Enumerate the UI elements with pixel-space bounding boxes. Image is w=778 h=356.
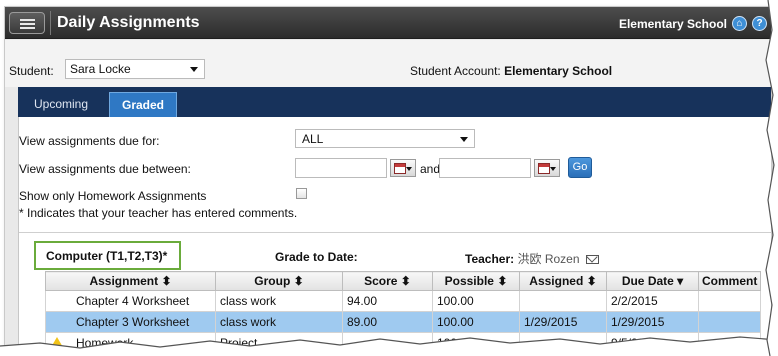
mail-icon[interactable] xyxy=(585,255,599,265)
col-group[interactable]: Group ⬍ xyxy=(215,271,343,291)
start-calendar-icon[interactable] xyxy=(390,159,416,177)
due-for-label: View assignments due for: xyxy=(19,134,160,148)
home-icon[interactable]: ⌂ xyxy=(732,16,747,31)
due-for-select[interactable]: ALL xyxy=(295,129,475,148)
torn-edge-right xyxy=(765,0,778,356)
cell-comment xyxy=(697,290,762,312)
end-calendar-icon[interactable] xyxy=(534,159,560,177)
account-label: Student Account: xyxy=(410,64,501,78)
col-possible[interactable]: Possible ⬍ xyxy=(432,271,520,291)
tab-upcoming[interactable]: Upcoming xyxy=(22,92,100,117)
cell-group: class work xyxy=(215,290,343,312)
teacher-name: 洪欧 Rozen xyxy=(517,252,580,266)
go-button[interactable]: Go xyxy=(568,157,592,178)
cell-score: 94.00 xyxy=(342,290,433,312)
grade-to-date-label: Grade to Date: xyxy=(275,250,358,264)
hamburger-menu-icon[interactable] xyxy=(9,12,45,34)
cell-due: 2/2/2015 xyxy=(606,290,699,312)
cell-assigned xyxy=(519,290,607,312)
and-label: and xyxy=(420,162,441,176)
table-row[interactable]: Chapter 4 Worksheet class work 94.00 100… xyxy=(45,290,762,312)
end-date-input[interactable] xyxy=(439,158,531,178)
student-label: Student: xyxy=(9,64,54,78)
col-comment: Comment xyxy=(697,271,762,291)
student-account: Student Account: Elementary School xyxy=(410,64,612,78)
class-name[interactable]: Computer (T1,T2,T3)* xyxy=(34,241,181,270)
top-bar: Daily Assignments Elementary School ⌂ ? xyxy=(5,7,771,39)
homework-only-checkbox[interactable] xyxy=(296,188,307,199)
chevron-down-icon xyxy=(190,67,198,72)
due-for-value: ALL xyxy=(302,132,324,146)
torn-edge-bottom xyxy=(0,336,778,356)
cell-assignment[interactable]: Chapter 4 Worksheet xyxy=(45,290,216,312)
tab-graded[interactable]: Graded xyxy=(109,92,178,117)
col-assigned[interactable]: Assigned ⬍ xyxy=(519,271,607,291)
title-separator xyxy=(50,11,51,35)
account-value: Elementary School xyxy=(504,64,613,78)
col-score[interactable]: Score ⬍ xyxy=(342,271,433,291)
school-name: Elementary School xyxy=(618,17,727,31)
comments-note: * Indicates that your teacher has entere… xyxy=(19,206,298,220)
table-header-row: Assignment ⬍ Group ⬍ Score ⬍ Possible ⬍ … xyxy=(45,271,762,291)
graded-panel: View assignments due for: ALL View assig… xyxy=(18,117,771,351)
app-window: Daily Assignments Elementary School ⌂ ? … xyxy=(4,6,772,352)
col-due-date[interactable]: Due Date ▾ xyxy=(606,271,699,291)
student-select-value: Sara Locke xyxy=(70,62,131,76)
divider xyxy=(19,232,771,233)
student-bar: Student: Sara Locke Student Account: Ele… xyxy=(5,40,771,87)
start-date-input[interactable] xyxy=(295,158,387,178)
teacher-info: Teacher: 洪欧 Rozen xyxy=(465,250,599,267)
student-select[interactable]: Sara Locke xyxy=(65,59,205,79)
due-between-label: View assignments due between: xyxy=(19,162,191,176)
homework-only-label: Show only Homework Assignments xyxy=(19,189,207,203)
col-assignment[interactable]: Assignment ⬍ xyxy=(45,271,216,291)
teacher-label: Teacher: xyxy=(465,252,515,266)
page-title: Daily Assignments xyxy=(57,14,200,31)
cell-possible: 100.00 xyxy=(432,290,520,312)
chevron-down-icon xyxy=(460,137,468,142)
tab-bar: Upcoming Graded xyxy=(18,87,771,117)
